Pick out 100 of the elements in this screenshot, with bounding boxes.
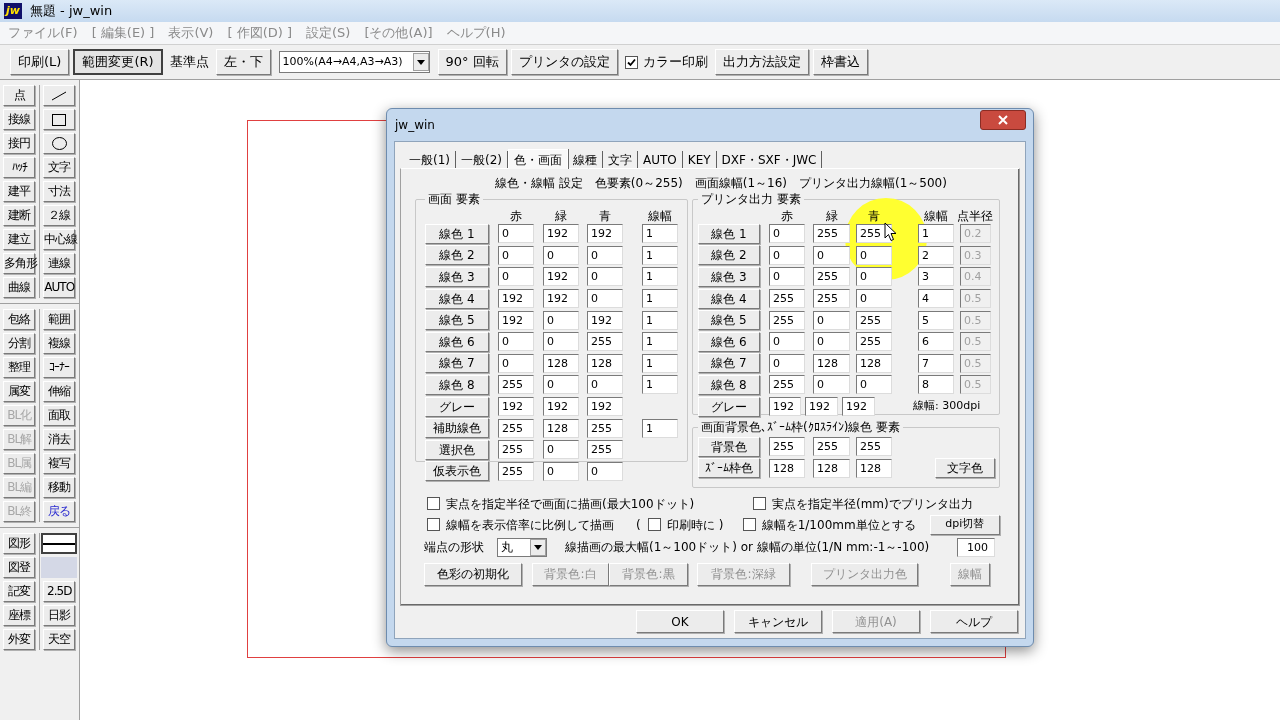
input-field[interactable]: 255 (813, 437, 850, 457)
color-button[interactable]: 線色 4 (698, 288, 760, 309)
toolbar-button[interactable]: 左・下 (215, 49, 271, 75)
color-button[interactable]: 線色 6 (698, 331, 760, 352)
input-field[interactable]: 1 (642, 245, 678, 265)
color-button[interactable]: 線色 6 (425, 331, 489, 352)
color-button[interactable]: 線色 8 (425, 374, 489, 395)
tool-button[interactable]: 外変 (3, 629, 36, 650)
tool-button[interactable]: 範囲 (43, 309, 76, 330)
toolbar-button[interactable]: 90° 回転 (437, 49, 507, 75)
input-field[interactable]: 5 (918, 310, 954, 330)
input-field[interactable]: 192 (805, 397, 838, 417)
input-field[interactable]: 128 (856, 353, 892, 373)
dpi-switch-button[interactable]: dpi切替 (929, 514, 1000, 535)
tool-button[interactable]: 天空 (43, 629, 76, 650)
color-button[interactable]: 補助線色 (425, 418, 489, 439)
tab[interactable]: AUTO (638, 151, 683, 168)
tool-button[interactable]: 接線 (3, 109, 36, 130)
color-button[interactable]: 線色 2 (698, 245, 760, 266)
input-field[interactable]: 0 (498, 245, 534, 265)
input-field[interactable]: 0 (813, 245, 850, 265)
tool-button[interactable]: 点 (3, 85, 36, 106)
toolbar-button[interactable]: 印刷(L) (10, 49, 70, 75)
color-button[interactable]: 背景色 (698, 436, 760, 457)
line-style-swatch[interactable] (41, 533, 78, 554)
input-field[interactable]: 128 (769, 458, 805, 478)
tool-button[interactable]: 日影 (43, 605, 76, 626)
input-field[interactable]: 7 (918, 353, 954, 373)
input-field[interactable]: 128 (543, 353, 579, 373)
color-button[interactable]: 線色 1 (425, 223, 489, 244)
tool-button[interactable]: ｺｰﾅｰ (43, 357, 76, 378)
tool-button[interactable]: 文字 (43, 157, 76, 178)
input-field[interactable]: 0 (587, 267, 623, 287)
toolbar-button[interactable]: 範囲変更(R) (73, 49, 163, 75)
input-field[interactable]: 0 (587, 245, 623, 265)
checkbox[interactable] (624, 55, 638, 69)
input-field[interactable]: 0 (543, 375, 579, 395)
input-field[interactable]: 192 (587, 310, 623, 330)
input-field[interactable]: 1 (642, 418, 678, 438)
tool-button[interactable]: 2.5D (43, 581, 76, 602)
input-field[interactable]: 2 (918, 245, 954, 265)
toolbar-button[interactable]: プリンタの設定 (510, 49, 618, 75)
checkbox[interactable] (742, 518, 756, 531)
tool-button[interactable]: 分割 (3, 333, 36, 354)
input-field[interactable]: 255 (769, 375, 805, 395)
color-button[interactable]: グレー (425, 396, 489, 417)
input-field[interactable]: 255 (587, 332, 623, 352)
input-field[interactable]: 128 (813, 458, 850, 478)
color-button[interactable]: 線色 7 (425, 353, 489, 374)
tab[interactable]: KEY (682, 151, 717, 168)
tool-button[interactable]: 図登 (3, 557, 36, 578)
input-field[interactable]: 255 (498, 375, 534, 395)
tool-button[interactable]: 伸縮 (43, 381, 76, 402)
input-field[interactable]: 255 (856, 332, 892, 352)
tool-button[interactable]: 建平 (3, 181, 36, 202)
color-button[interactable]: 線色 1 (698, 223, 760, 244)
tool-button[interactable]: 消去 (43, 429, 76, 450)
input-field[interactable]: 0 (769, 224, 805, 244)
input-field[interactable]: 192 (587, 397, 623, 417)
tool-button[interactable]: 多角形 (3, 253, 36, 274)
checkbox[interactable] (647, 518, 661, 531)
input-field[interactable]: 0 (587, 375, 623, 395)
tool-button[interactable]: 属変 (3, 381, 36, 402)
input-field[interactable]: 128 (543, 418, 579, 438)
input-field[interactable]: 0 (813, 375, 850, 395)
input-field[interactable]: 192 (769, 397, 801, 417)
tool-button[interactable]: 中心線 (43, 229, 76, 250)
input-field[interactable]: 192 (842, 397, 875, 417)
input-field[interactable]: 128 (813, 353, 850, 373)
tool-button[interactable]: 連線 (43, 253, 76, 274)
scale-dropdown[interactable]: 100%(A4→A4,A3→A3) (278, 51, 430, 73)
input-field[interactable]: 192 (498, 397, 534, 417)
input-field[interactable]: 0 (856, 289, 892, 309)
dialog-button[interactable]: OK (636, 610, 724, 633)
tool-button[interactable]: 曲線 (3, 277, 36, 298)
tool-button[interactable]: 図形 (3, 533, 36, 554)
input-field[interactable]: 255 (498, 440, 534, 460)
input-field[interactable]: 192 (543, 224, 579, 244)
input-field[interactable]: 6 (918, 332, 954, 352)
input-field[interactable]: 255 (587, 418, 623, 438)
tool-button[interactable]: 複線 (43, 333, 76, 354)
input-field[interactable]: 255 (813, 267, 850, 287)
input-field[interactable]: 100 (957, 537, 995, 557)
input-field[interactable]: 192 (543, 289, 579, 309)
close-button[interactable] (980, 110, 1026, 130)
input-field[interactable]: 3 (918, 267, 954, 287)
tool-button[interactable]: 寸法 (43, 181, 76, 202)
input-field[interactable]: 0 (543, 461, 579, 481)
input-field[interactable]: 0 (856, 267, 892, 287)
tool-button[interactable]: 面取 (43, 405, 76, 426)
input-field[interactable]: 1 (642, 310, 678, 330)
input-field[interactable]: 255 (769, 310, 805, 330)
tab[interactable]: 線種 (568, 151, 603, 168)
color-button[interactable]: 線色 3 (698, 267, 760, 287)
color-button[interactable]: 線色 2 (425, 245, 489, 266)
color-button[interactable]: ｽﾞｰﾑ枠色 (698, 458, 760, 479)
input-field[interactable]: 192 (498, 289, 534, 309)
color-button[interactable]: 線色 5 (698, 310, 760, 331)
input-field[interactable]: 255 (498, 461, 534, 481)
input-field[interactable]: 0 (543, 245, 579, 265)
